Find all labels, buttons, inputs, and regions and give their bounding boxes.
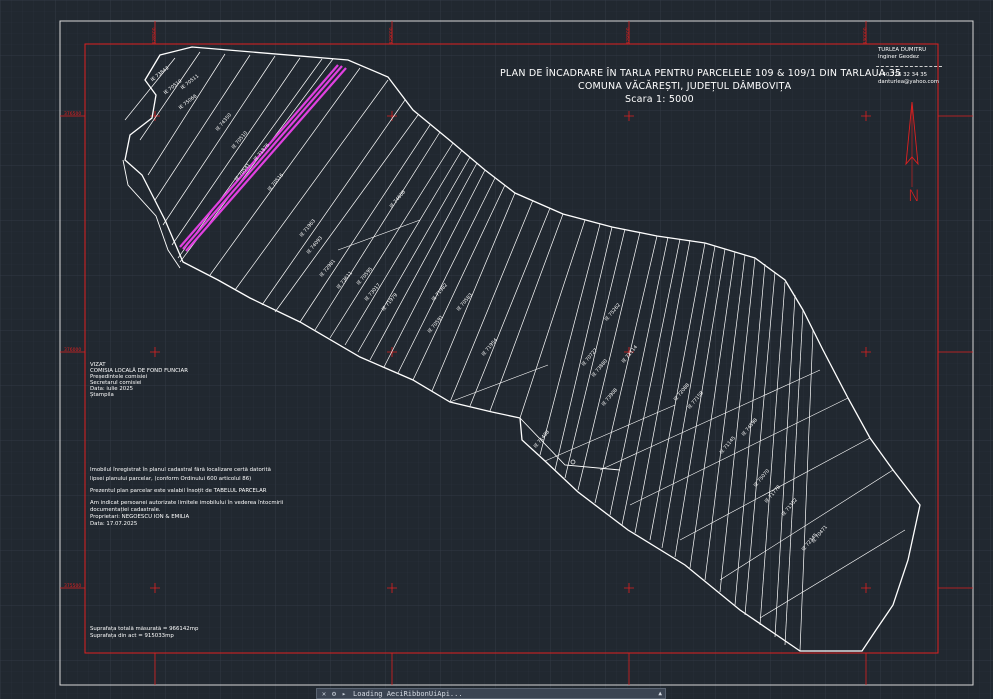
surveyor-phone: +40 726 32 34 35 <box>878 72 928 78</box>
note-line-2: lipsei planului parcelar, (conform Ordin… <box>90 476 252 482</box>
note-line-4: Prezentul plan parcelar este valabil îns… <box>90 488 267 494</box>
drawing-linework <box>0 0 993 699</box>
close-icon[interactable]: ✕ <box>320 690 328 698</box>
command-line-text: Loading AeciRibbonUiApi... <box>353 690 463 698</box>
wrench-icon[interactable]: ⚙ <box>330 690 338 698</box>
grid-label-top-2: 329000 <box>389 27 395 45</box>
grid-label-top-1: 328500 <box>152 27 158 45</box>
drawing-title: PLAN DE ÎNCADRARE ÎN TARLA PENTRU PARCEL… <box>500 68 902 79</box>
act-area: Suprafața din act = 915033mp <box>90 633 174 639</box>
background-grid <box>0 0 993 699</box>
model-space-canvas[interactable]: N 328500 329000 329500 330000 376500 376… <box>0 0 993 699</box>
note-line-7: documentației cadastrale. <box>90 507 161 513</box>
drawing-subtitle: COMUNA VĂCĂREȘTI, JUDEȚUL DÂMBOVIȚA <box>578 81 792 92</box>
command-prompt-icon[interactable]: ▸ <box>340 690 348 698</box>
note-line-1: Imobilul înregistrat în planul cadastral… <box>90 467 271 473</box>
note-line-8: Proprietari: NEGOESCU ION & EMILIA <box>90 514 190 520</box>
note-line-9: Data: 17.07.2025 <box>90 521 138 527</box>
measured-area: Suprafața totală măsurată = 966142mp <box>90 626 199 632</box>
surveyor-divider <box>876 66 942 67</box>
grid-label-top-4: 330000 <box>863 27 869 45</box>
grid-label-left-2: 376000 <box>64 348 82 353</box>
note-line-6: Am indicat persoanei autorizate limitele… <box>90 500 284 506</box>
surveyor-email: danturlea@yahoo.com <box>878 79 940 85</box>
grid-label-top-3: 329500 <box>626 27 632 45</box>
scroll-up-icon[interactable]: ▲ <box>658 690 662 698</box>
command-line[interactable]: ✕ ⚙ ▸ Loading AeciRibbonUiApi... ▲ <box>316 688 666 699</box>
surveyor-name: TURLEA DUMITRU <box>878 47 927 53</box>
drawing-scale: Scara 1: 5000 <box>625 94 694 105</box>
grid-label-left-1: 376500 <box>64 112 82 117</box>
approval-line-6: Ștampila <box>90 392 114 398</box>
grid-label-left-3: 375500 <box>64 584 82 589</box>
surveyor-role: Inginer Geodez <box>878 54 919 60</box>
north-label: N <box>908 186 920 205</box>
